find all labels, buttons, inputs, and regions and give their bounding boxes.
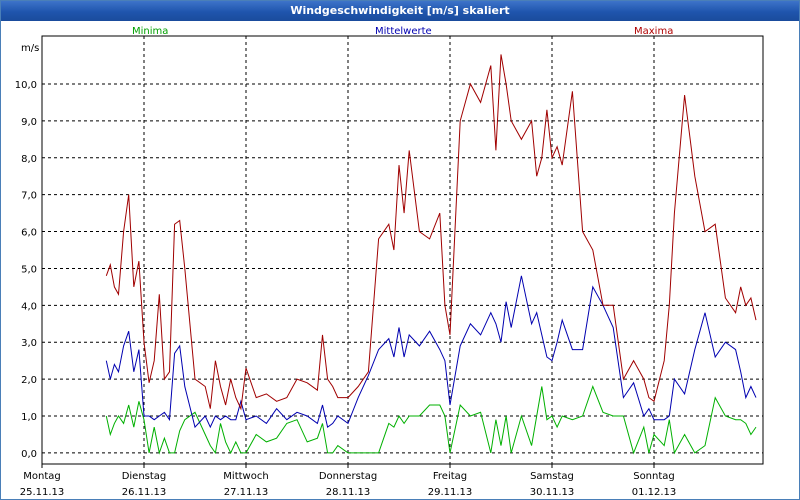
y-tick-label: 8,0 (21, 154, 37, 165)
y-tick-label: 3,0 (21, 338, 37, 349)
x-tick-day-label: Donnerstag (319, 471, 377, 482)
x-tick-date-label: 27.11.13 (224, 487, 269, 498)
y-tick-label: 7,0 (21, 191, 37, 202)
x-tick-day-label: Freitag (433, 471, 467, 482)
x-tick-date-label: 30.11.13 (530, 487, 575, 498)
x-tick-day-label: Samstag (530, 471, 574, 482)
y-tick-label: 4,0 (21, 301, 37, 312)
y-axis-unit-label: m/s (21, 43, 39, 54)
y-tick-label: 5,0 (21, 264, 37, 275)
x-tick-date-label: 25.11.13 (20, 487, 65, 498)
y-tick-label: 0,0 (21, 449, 37, 460)
y-tick-label: 10,0 (15, 80, 37, 91)
series-line-mittelwerte (105, 275, 757, 429)
series-line-maxima (105, 54, 757, 411)
y-tick-label: 2,0 (21, 375, 37, 386)
x-tick-date-label: 28.11.13 (326, 487, 371, 498)
y-tick-label: 6,0 (21, 228, 37, 239)
x-tick-day-label: Dienstag (122, 471, 167, 482)
line-chart: m/s 0,0 1,0 2,0 3,0 4,0 5,0 6,0 7,0 8,0 9,0 10,0 Mon… (15, 35, 764, 498)
x-tick-date-label: 29.11.13 (428, 487, 473, 498)
x-tick-day-label: Mittwoch (223, 471, 268, 482)
x-tick-date-label: 01.12.13 (632, 487, 677, 498)
y-tick-label: 1,0 (21, 412, 37, 423)
x-tick-date-label: 26.11.13 (122, 487, 167, 498)
window-title: Windgeschwindigkeit [m/s] skaliert (1, 1, 799, 21)
x-tick-day-label: Sonntag (633, 471, 675, 482)
y-tick-label: 9,0 (21, 117, 37, 128)
x-tick-day-label: Montag (23, 471, 60, 482)
chart-window: Windgeschwindigkeit [m/s] skaliert Minim… (0, 0, 800, 500)
